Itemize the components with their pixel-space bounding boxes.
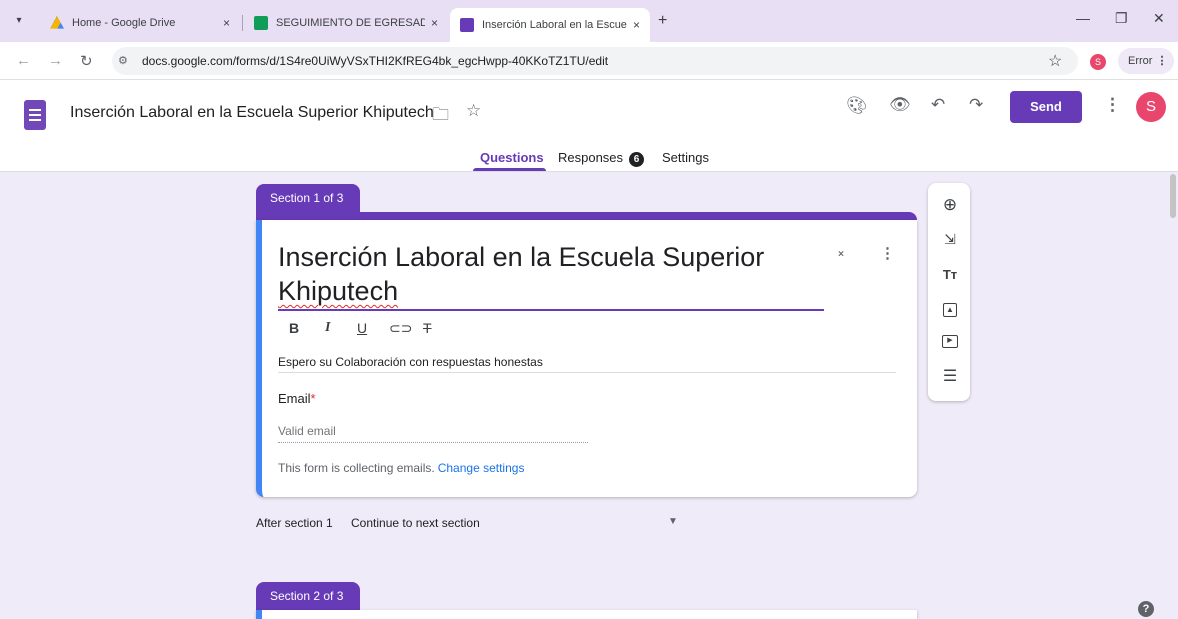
link-icon[interactable]: ⊂⊃ xyxy=(389,320,412,337)
google-drive-icon xyxy=(50,16,64,29)
form-title-input[interactable]: Inserción Laboral en la Escuela Superior… xyxy=(278,240,824,308)
import-questions-icon[interactable]: ⇲ xyxy=(941,230,959,248)
folder-icon[interactable]: 🗀 xyxy=(432,102,449,131)
tab-label: Inserción Laboral en la Escuela S xyxy=(482,19,627,31)
undo-icon[interactable]: ↶ xyxy=(931,95,945,115)
collecting-note-text: This form is collecting emails. xyxy=(278,461,435,475)
change-settings-link[interactable]: Change settings xyxy=(438,461,525,475)
section-tag: Section 2 of 3 xyxy=(256,582,360,612)
dropdown-arrow-icon[interactable]: ▼ xyxy=(668,516,678,527)
minimize-icon[interactable]: — xyxy=(1076,10,1090,26)
scrollbar-thumb[interactable] xyxy=(1170,174,1176,218)
star-icon[interactable]: ☆ xyxy=(466,101,481,121)
error-button[interactable]: Error ⋮ xyxy=(1118,48,1174,74)
account-avatar[interactable]: S xyxy=(1136,92,1166,122)
tab-responses[interactable]: Responses 6 xyxy=(558,150,645,167)
add-question-icon[interactable]: ⊕ xyxy=(941,196,959,214)
collapse-section-icon[interactable]: ⌄ ⌃ xyxy=(836,244,846,264)
email-underline xyxy=(278,442,588,443)
redo-icon[interactable]: ↷ xyxy=(969,95,983,115)
responses-count-badge: 6 xyxy=(629,152,645,167)
document-title[interactable]: Inserción Laboral en la Escuela Superior… xyxy=(70,104,434,122)
form-description[interactable]: Espero su Colaboración con respuestas ho… xyxy=(278,355,543,369)
title-underline xyxy=(278,309,824,311)
restore-icon[interactable]: ❐ xyxy=(1115,10,1128,27)
reload-icon[interactable]: ↻ xyxy=(80,52,93,70)
tab-responses-label: Responses xyxy=(558,150,624,165)
url-text[interactable]: docs.google.com/forms/d/1S4re0UiWyVSxTHI… xyxy=(142,54,608,68)
error-label: Error xyxy=(1128,55,1153,67)
google-sheets-icon xyxy=(254,16,268,30)
tab-google-drive[interactable]: Home - Google Drive × xyxy=(40,8,240,38)
bold-icon[interactable]: B xyxy=(289,320,299,336)
required-asterisk: * xyxy=(310,391,316,406)
section-2-card[interactable] xyxy=(256,610,917,619)
underline-icon[interactable]: U xyxy=(357,320,367,336)
tab-questions[interactable]: Questions xyxy=(480,150,544,165)
description-underline xyxy=(278,372,896,373)
after-section-label: After section 1 xyxy=(256,516,333,530)
email-label-text: Email xyxy=(278,391,311,406)
scrollbar-track[interactable] xyxy=(1166,172,1178,619)
tab-separator xyxy=(242,15,243,31)
tab-close-icon[interactable]: × xyxy=(431,16,438,30)
tab-label: Home - Google Drive xyxy=(72,17,176,29)
forms-header: Inserción Laboral en la Escuela Superior… xyxy=(0,80,1178,172)
google-forms-icon xyxy=(460,18,474,32)
tab-settings[interactable]: Settings xyxy=(662,150,709,165)
address-bar: ← → ↻ ⚙ docs.google.com/forms/d/1S4re0Ui… xyxy=(0,42,1178,80)
palette-icon[interactable]: 🎨︎ xyxy=(846,96,868,116)
tab-close-icon[interactable]: × xyxy=(633,18,640,32)
clear-format-icon[interactable]: T xyxy=(423,320,432,336)
help-icon[interactable]: ? xyxy=(1138,601,1154,617)
close-window-icon[interactable]: ✕ xyxy=(1153,10,1165,27)
section-tag: Section 1 of 3 xyxy=(256,184,360,214)
bookmark-star-icon[interactable]: ☆ xyxy=(1048,51,1062,71)
send-button[interactable]: Send xyxy=(1010,91,1082,123)
form-title-part1: Inserción Laboral en la Escuela Superior xyxy=(278,242,765,272)
tab-close-icon[interactable]: × xyxy=(223,16,230,30)
add-section-icon[interactable]: ☰ xyxy=(941,368,959,386)
form-title-part2: Khiputech xyxy=(278,276,399,306)
add-title-icon[interactable]: Tт xyxy=(941,266,959,284)
tab-label: SEGUIMIENTO DE EGRESADOS xyxy=(276,17,425,29)
browser-tabstrip: ▾ Home - Google Drive × SEGUIMIENTO DE E… xyxy=(0,0,1178,42)
new-tab-icon[interactable]: + xyxy=(658,12,667,30)
tab-seguimiento[interactable]: SEGUIMIENTO DE EGRESADOS × xyxy=(244,8,448,38)
back-icon[interactable]: ← xyxy=(16,52,31,69)
more-vert-icon[interactable]: ⋮ xyxy=(1104,95,1121,115)
preview-eye-icon[interactable]: 👁︎ xyxy=(889,95,911,115)
more-vert-icon: ⋮ xyxy=(1156,55,1168,67)
profile-avatar[interactable]: S xyxy=(1090,54,1106,70)
tab-search-chevron-icon[interactable]: ▾ xyxy=(10,12,28,30)
forward-icon[interactable]: → xyxy=(48,52,63,69)
add-image-icon[interactable]: ▲ xyxy=(943,303,957,317)
italic-icon[interactable]: I xyxy=(325,320,330,336)
email-question-label: Email* xyxy=(278,391,316,406)
tab-insercion-laboral[interactable]: Inserción Laboral en la Escuela S × xyxy=(450,8,650,42)
google-forms-logo-icon[interactable] xyxy=(24,100,46,130)
add-video-icon[interactable]: ▶ xyxy=(942,335,958,348)
site-settings-icon[interactable]: ⚙ xyxy=(118,54,128,67)
collecting-emails-note: This form is collecting emails. Change se… xyxy=(278,461,524,475)
active-tab-indicator xyxy=(473,168,546,171)
after-section-select[interactable]: Continue to next section xyxy=(351,516,480,530)
more-vert-icon[interactable]: ⋮ xyxy=(880,244,895,262)
email-field[interactable]: Valid email xyxy=(278,424,336,438)
